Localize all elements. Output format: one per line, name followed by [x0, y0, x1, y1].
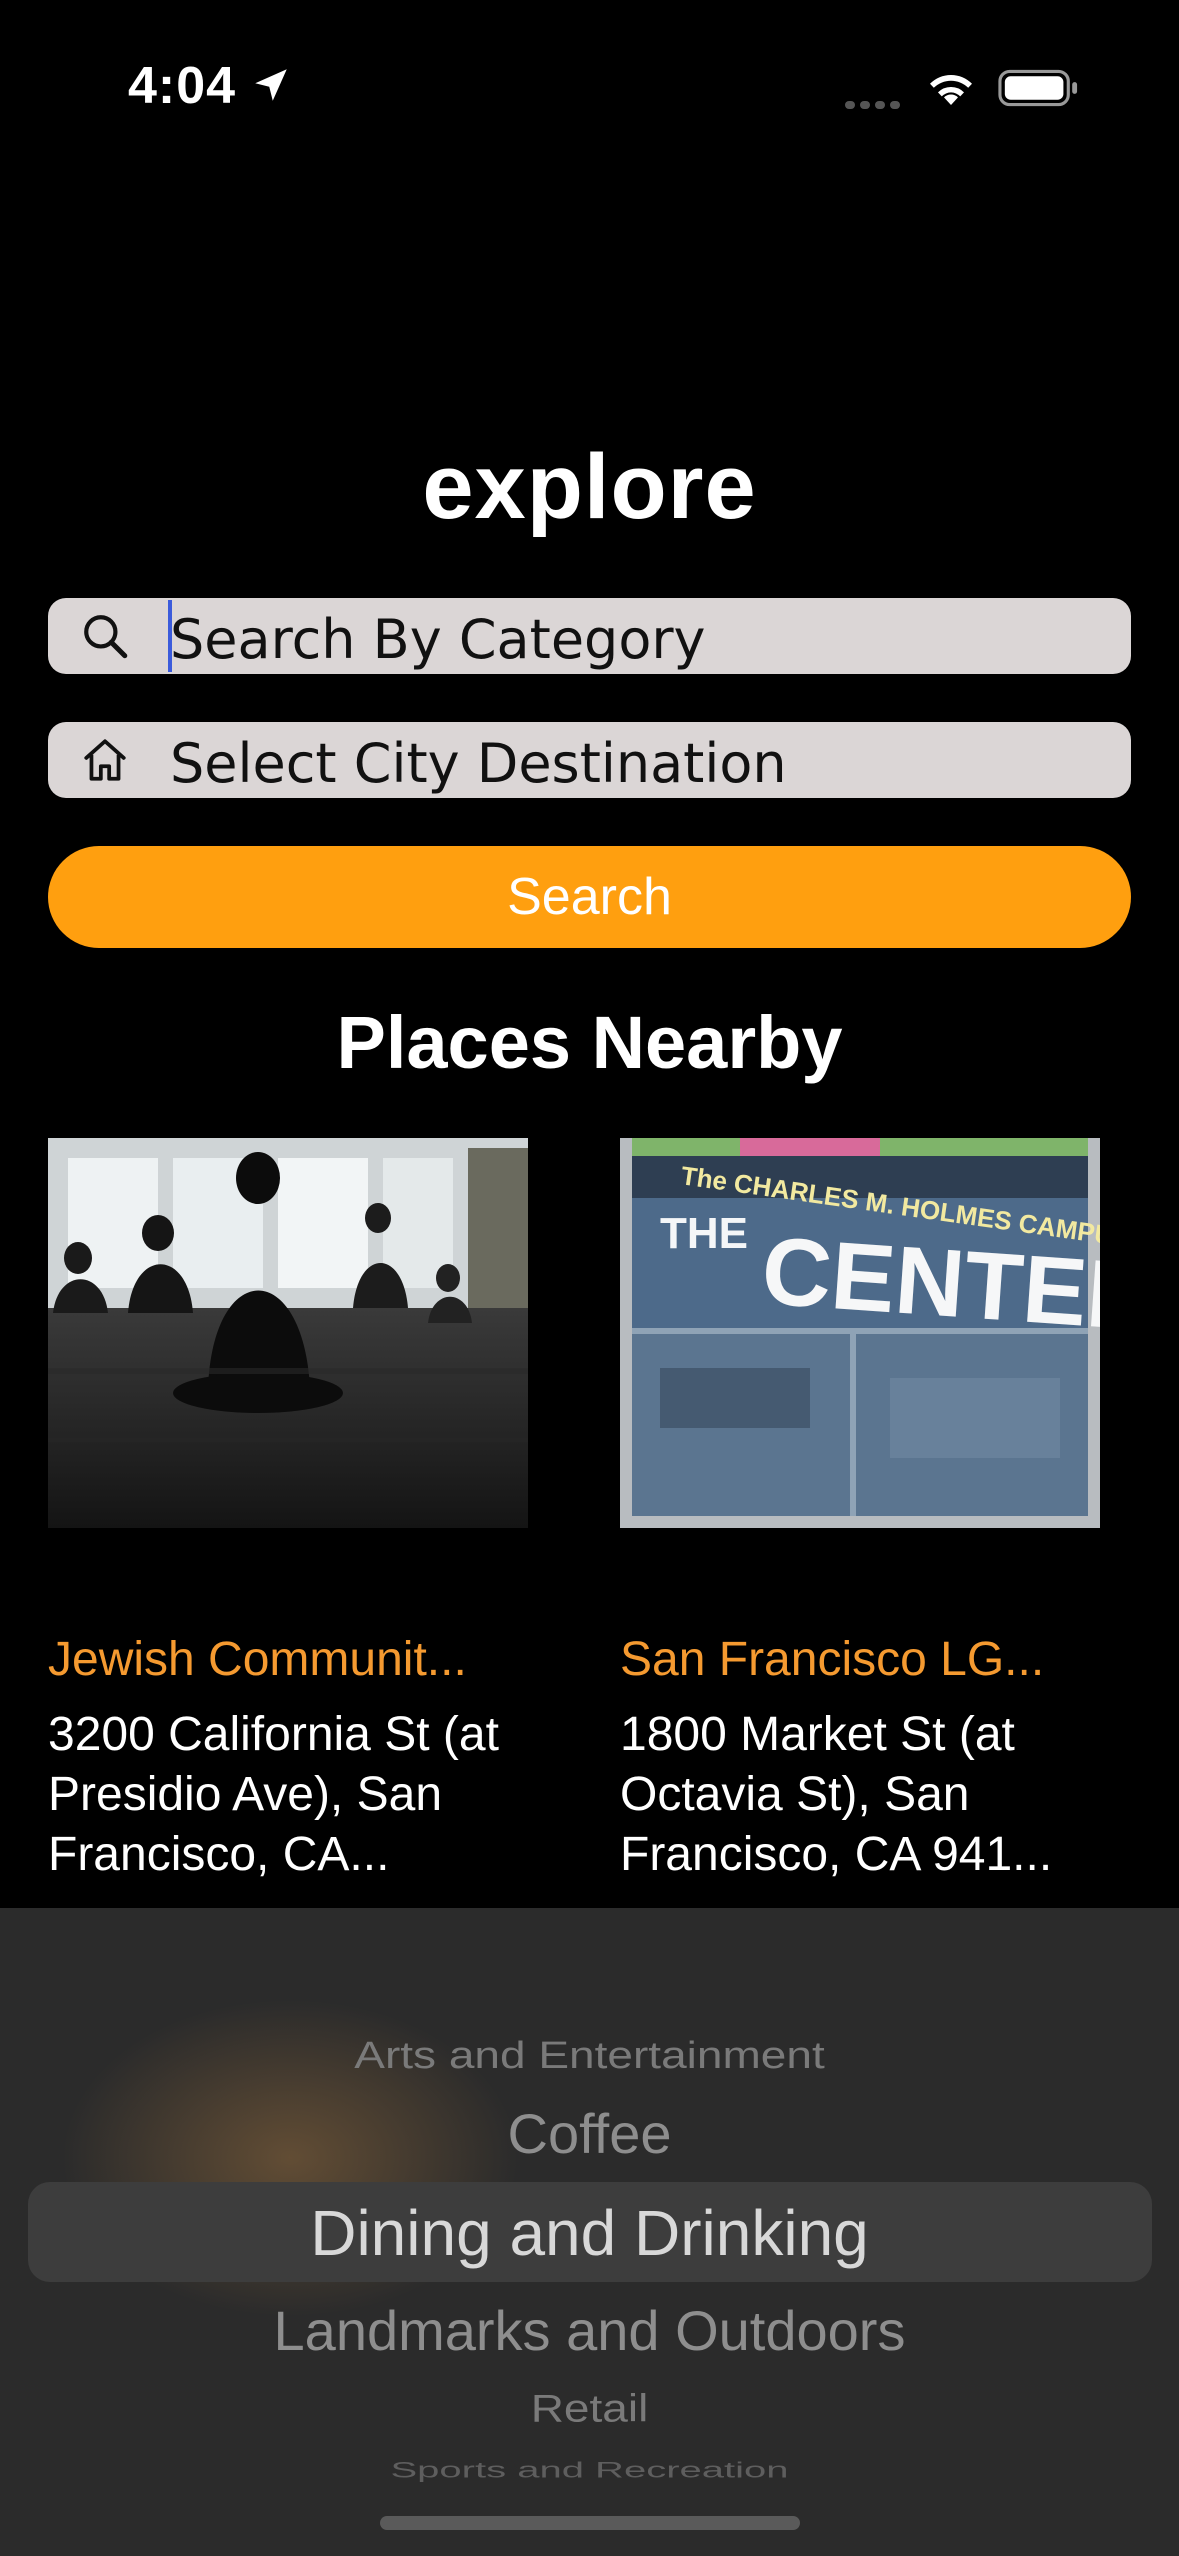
category-search-placeholder: Search By Category	[170, 608, 706, 671]
status-time: 4:04	[128, 57, 237, 115]
picker-option[interactable]: Arts and Entertainment	[0, 2033, 1179, 2077]
place-name[interactable]: San Francisco LG...	[620, 1632, 1100, 1687]
place-card[interactable]: The CHARLES M. HOLMES CAMPUS THE CENTER …	[620, 1138, 1100, 1885]
search-icon	[84, 615, 128, 659]
sign-the-text: THE	[660, 1209, 748, 1258]
picker-option[interactable]: Landmarks and Outdoors	[0, 2298, 1179, 2363]
picker-option[interactable]: Sports and Recreation	[0, 2458, 1179, 2483]
category-picker[interactable]: Arts and Entertainment Coffee Dining and…	[0, 1908, 1179, 2556]
page-title: explore	[422, 436, 757, 538]
location-arrow-icon	[255, 69, 287, 101]
place-address: 1800 Market St (at Octavia St), San Fran…	[620, 1708, 1053, 1881]
battery-icon	[998, 69, 1078, 107]
status-bar: 4:04	[0, 0, 1179, 170]
home-icon	[84, 739, 126, 781]
home-indicator[interactable]	[380, 2516, 800, 2530]
picker-option-selected[interactable]: Dining and Drinking	[0, 2196, 1179, 2270]
picker-option[interactable]: Coffee	[0, 2101, 1179, 2166]
place-photo	[48, 1138, 528, 1528]
place-photo: The CHARLES M. HOLMES CAMPUS THE CENTER	[620, 1138, 1100, 1528]
category-search-input[interactable]: Search By Category	[48, 598, 1131, 674]
places-nearby-heading: Places Nearby	[336, 1001, 843, 1084]
place-card[interactable]: Jewish Communit... 3200 California St (a…	[48, 1138, 528, 1885]
wifi-icon	[930, 75, 972, 105]
city-destination-field[interactable]: Select City Destination	[48, 722, 1131, 798]
picker-option[interactable]: Retail	[0, 2385, 1179, 2431]
place-name[interactable]: Jewish Communit...	[48, 1632, 528, 1687]
city-destination-placeholder: Select City Destination	[170, 732, 787, 795]
cellular-signal-icon	[845, 96, 905, 109]
search-button[interactable]: Search	[48, 846, 1131, 948]
text-cursor	[168, 600, 172, 672]
place-address: 3200 California St (at Presidio Ave), Sa…	[48, 1708, 499, 1881]
search-button-label: Search	[507, 868, 672, 926]
